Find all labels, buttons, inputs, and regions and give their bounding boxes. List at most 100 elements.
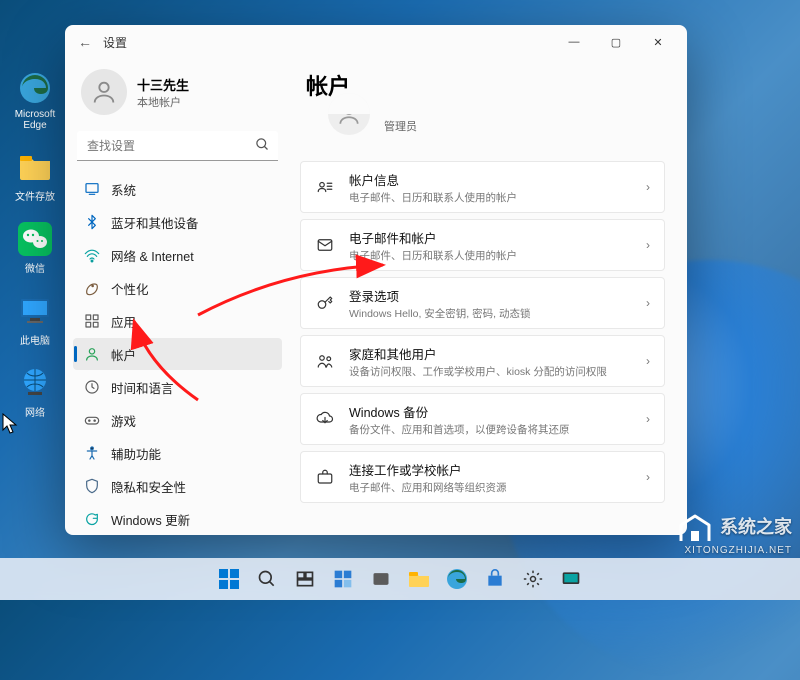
sidebar-item-label: 隐私和安全性	[111, 477, 186, 496]
card-subtitle: Windows Hello, 安全密钥, 密码, 动态锁	[349, 306, 632, 321]
card-subtitle: 设备访问权限、工作或学校用户、kiosk 分配的访问权限	[349, 364, 632, 379]
time-icon	[83, 378, 101, 396]
widgets-icon[interactable]	[326, 562, 360, 596]
main-pane: 帐户 管理员 帐户信息 电子邮件、日历和联系人使用的帐户 › 电子邮件和帐户 电…	[290, 59, 687, 535]
bluetooth-icon	[83, 213, 101, 231]
signin-icon	[315, 293, 335, 313]
chevron-right-icon: ›	[646, 296, 650, 310]
start-button[interactable]	[212, 562, 246, 596]
desktop-icons: Microsoft Edge 文件存放 微信 此电脑 网络	[10, 70, 60, 419]
edge-icon	[17, 70, 53, 106]
desktop-icon-network[interactable]: 网络	[10, 365, 60, 419]
maximize-button[interactable]: ▢	[595, 27, 637, 57]
accounts-icon	[83, 345, 101, 363]
nav-list: 系统 蓝牙和其他设备 网络 & Internet 个性化 应用 帐户 时间和语言…	[73, 173, 282, 535]
chevron-right-icon: ›	[646, 470, 650, 484]
gaming-icon	[83, 411, 101, 429]
network-icon	[83, 246, 101, 264]
card-work[interactable]: 连接工作或学校帐户 电子邮件、应用和网络等组织资源 ›	[300, 451, 665, 503]
taskbar-app-icon[interactable]	[364, 562, 398, 596]
email-icon	[315, 235, 335, 255]
sidebar-item-label: 辅助功能	[111, 444, 161, 463]
card-title: 帐户信息	[349, 170, 632, 189]
card-signin[interactable]: 登录选项 Windows Hello, 安全密钥, 密码, 动态锁 ›	[300, 277, 665, 329]
card-title: Windows 备份	[349, 402, 632, 421]
store-icon[interactable]	[478, 562, 512, 596]
sidebar-item-system[interactable]: 系统	[73, 173, 282, 205]
taskbar-search-icon[interactable]	[250, 562, 284, 596]
pc-icon	[17, 293, 53, 329]
desktop-icon-wechat[interactable]: 微信	[10, 221, 60, 275]
back-button[interactable]: ←	[73, 34, 97, 50]
titlebar[interactable]: ← 设置 — ▢ ✕	[65, 25, 687, 59]
card-email[interactable]: 电子邮件和帐户 电子邮件、日历和联系人使用的帐户 ›	[300, 219, 665, 271]
admin-label: 管理员	[384, 118, 417, 134]
family-icon	[315, 351, 335, 371]
sidebar-item-label: 应用	[111, 312, 136, 331]
desktop-icon-label: 网络	[25, 404, 45, 419]
desktop-icon-label: 微信	[25, 260, 45, 275]
user-profile[interactable]: 十三先生 本地帐户	[73, 63, 282, 121]
desktop-icon-thispc[interactable]: 此电脑	[10, 293, 60, 347]
card-title: 家庭和其他用户	[349, 344, 632, 363]
sidebar-item-time[interactable]: 时间和语言	[73, 371, 282, 403]
desktop-icon-label: Microsoft Edge	[10, 109, 60, 131]
apps-icon	[83, 312, 101, 330]
desktop-icon-label: 此电脑	[20, 332, 50, 347]
desktop-icon-edge[interactable]: Microsoft Edge	[10, 70, 60, 131]
taskbar-app-icon[interactable]	[554, 562, 588, 596]
admin-avatar-icon	[328, 93, 370, 135]
user-subtitle: 本地帐户	[137, 94, 189, 110]
sidebar-item-apps[interactable]: 应用	[73, 305, 282, 337]
search-box[interactable]	[77, 131, 278, 161]
close-button[interactable]: ✕	[637, 27, 679, 57]
card-family[interactable]: 家庭和其他用户 设备访问权限、工作或学校用户、kiosk 分配的访问权限 ›	[300, 335, 665, 387]
sidebar: 十三先生 本地帐户 系统 蓝牙和其他设备 网络 & Internet 个性化 应…	[65, 59, 290, 535]
sidebar-item-label: 游戏	[111, 411, 136, 430]
sidebar-item-label: 个性化	[111, 279, 149, 298]
sidebar-item-network[interactable]: 网络 & Internet	[73, 239, 282, 271]
minimize-button[interactable]: —	[553, 27, 595, 57]
sidebar-item-label: 时间和语言	[111, 378, 174, 397]
info-icon	[315, 177, 335, 197]
card-title: 电子邮件和帐户	[349, 228, 632, 247]
explorer-icon[interactable]	[402, 562, 436, 596]
sidebar-item-label: 帐户	[111, 345, 136, 364]
sidebar-item-gaming[interactable]: 游戏	[73, 404, 282, 436]
wechat-icon	[17, 221, 53, 257]
task-view-icon[interactable]	[288, 562, 322, 596]
sidebar-item-accounts[interactable]: 帐户	[73, 338, 282, 370]
card-title: 连接工作或学校帐户	[349, 460, 632, 479]
settings-taskbar-icon[interactable]	[516, 562, 550, 596]
avatar-icon	[81, 69, 127, 115]
taskbar[interactable]	[0, 558, 800, 600]
settings-window: ← 设置 — ▢ ✕ 十三先生 本地帐户	[65, 25, 687, 535]
window-title: 设置	[103, 34, 127, 51]
sidebar-item-bluetooth[interactable]: 蓝牙和其他设备	[73, 206, 282, 238]
watermark-logo-icon	[675, 511, 715, 545]
work-icon	[315, 467, 335, 487]
card-title: 登录选项	[349, 286, 632, 305]
desktop-icon-label: 文件存放	[15, 188, 55, 203]
card-info[interactable]: 帐户信息 电子邮件、日历和联系人使用的帐户 ›	[300, 161, 665, 213]
card-backup[interactable]: Windows 备份 备份文件、应用和首选项，以便跨设备将其还原 ›	[300, 393, 665, 445]
system-icon	[83, 180, 101, 198]
chevron-right-icon: ›	[646, 412, 650, 426]
privacy-icon	[83, 477, 101, 495]
admin-row: 管理员	[300, 105, 665, 147]
edge-taskbar-icon[interactable]	[440, 562, 474, 596]
sidebar-item-update[interactable]: Windows 更新	[73, 503, 282, 535]
user-name: 十三先生	[137, 75, 189, 94]
card-subtitle: 电子邮件、日历和联系人使用的帐户	[349, 248, 632, 263]
desktop-icon-files[interactable]: 文件存放	[10, 149, 60, 203]
sidebar-item-label: 系统	[111, 180, 136, 199]
sidebar-item-privacy[interactable]: 隐私和安全性	[73, 470, 282, 502]
search-input[interactable]	[77, 131, 278, 161]
mouse-cursor	[2, 413, 18, 440]
sidebar-item-accessibility[interactable]: 辅助功能	[73, 437, 282, 469]
sidebar-item-label: 网络 & Internet	[111, 246, 194, 265]
chevron-right-icon: ›	[646, 354, 650, 368]
sidebar-item-label: Windows 更新	[111, 510, 190, 529]
accessibility-icon	[83, 444, 101, 462]
sidebar-item-personalize[interactable]: 个性化	[73, 272, 282, 304]
